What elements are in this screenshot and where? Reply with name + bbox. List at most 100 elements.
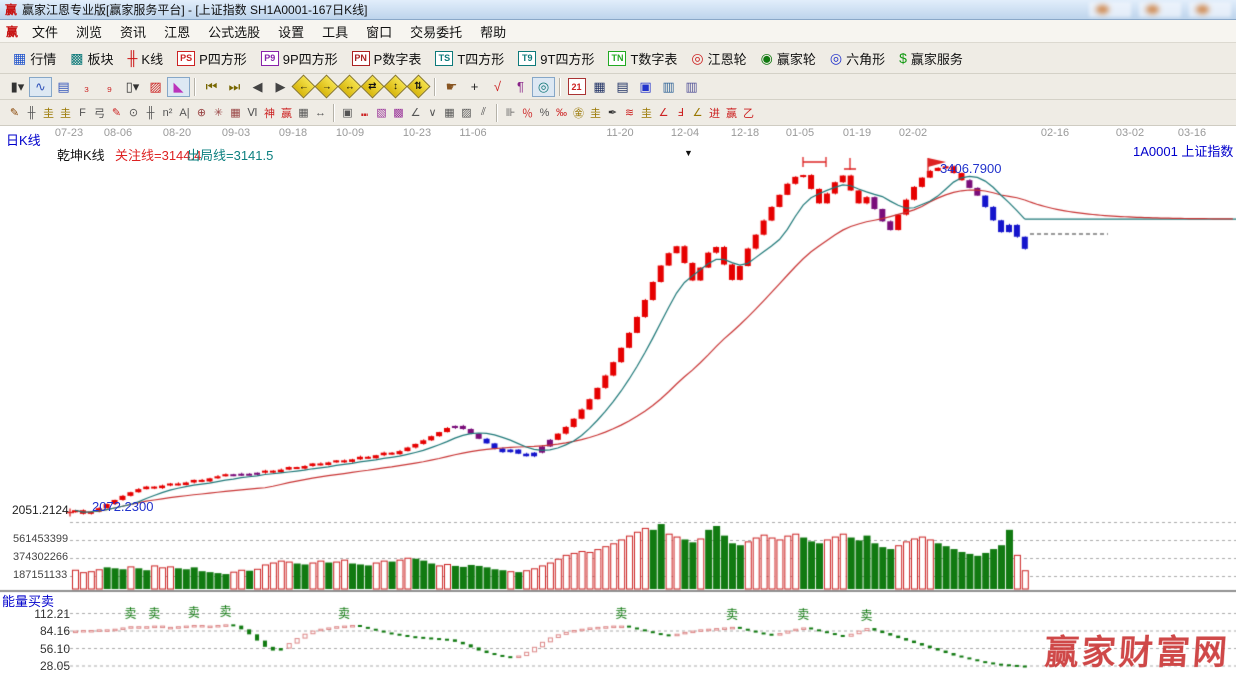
menu-item-文件[interactable]: 文件 bbox=[23, 20, 67, 43]
grid-a-icon[interactable]: ▦ bbox=[441, 103, 458, 123]
analysis-icon[interactable]: ◎ bbox=[532, 77, 555, 97]
f-lines-icon[interactable]: F bbox=[74, 103, 91, 123]
box-tool-icon[interactable]: ▣ bbox=[339, 103, 356, 123]
dropdown-marker-icon[interactable]: ▼ bbox=[684, 148, 693, 158]
gold-lines-1-icon[interactable]: 圭 bbox=[40, 103, 57, 123]
first-bar-icon[interactable]: ⏮ bbox=[200, 77, 223, 97]
toolbar-item-p-square[interactable]: PSP四方形 bbox=[170, 46, 254, 70]
menu-item-资讯[interactable]: 资讯 bbox=[111, 20, 155, 43]
star-web-icon[interactable]: ✳ bbox=[210, 103, 227, 123]
calculator-icon[interactable]: ▦ bbox=[588, 77, 611, 97]
permille-icon[interactable]: ‰ bbox=[553, 103, 570, 123]
brush-icon[interactable]: ✎ bbox=[6, 103, 23, 123]
angle-j-icon[interactable]: ∠ bbox=[655, 103, 672, 123]
hexagon-icon: ◎ bbox=[830, 51, 842, 65]
zigzag-icon[interactable]: 乙 bbox=[740, 103, 757, 123]
parallel-icon[interactable]: ⫽ bbox=[475, 103, 492, 123]
percent-red-icon[interactable]: ％ bbox=[519, 103, 536, 123]
menu-item-工具[interactable]: 工具 bbox=[313, 20, 357, 43]
shen-tool-icon[interactable]: 神 bbox=[261, 103, 278, 123]
measure-icon[interactable]: ⊪ bbox=[502, 103, 519, 123]
color-chart-icon[interactable]: ◣ bbox=[167, 77, 190, 97]
toolbar-item-sector-blocks[interactable]: ▩板块 bbox=[63, 46, 120, 70]
toolbar-item-t-number-table[interactable]: TNT数字表 bbox=[601, 46, 684, 70]
bars-3-icon[interactable]: ₃ bbox=[75, 77, 98, 97]
gold-level-icon[interactable]: 圭 bbox=[587, 103, 604, 123]
menu-item-帮助[interactable]: 帮助 bbox=[471, 20, 515, 43]
advance-icon[interactable]: 进 bbox=[706, 103, 723, 123]
candle-style-icon[interactable]: ▯▾ bbox=[121, 77, 144, 97]
prev-bar-icon[interactable]: ◀ bbox=[246, 77, 269, 97]
toolbar-item-gann-wheel[interactable]: ◎江恩轮 bbox=[684, 46, 753, 70]
notepad-icon[interactable]: ▤ bbox=[611, 77, 634, 97]
gold-lines-2-icon[interactable]: 圭 bbox=[57, 103, 74, 123]
hand-icon[interactable]: ☛ bbox=[440, 77, 463, 97]
compass-icon[interactable]: ⊕ bbox=[193, 103, 210, 123]
toolbar-item-label: P数字表 bbox=[374, 49, 422, 68]
toolbar-item-market-quotes[interactable]: ▦行情 bbox=[6, 46, 63, 70]
shift-left-icon[interactable]: ← bbox=[292, 77, 315, 97]
network-icon[interactable]: ▥ bbox=[657, 77, 680, 97]
info-note-icon[interactable]: ▤ bbox=[52, 77, 75, 97]
hash-lines-icon[interactable]: ╫ bbox=[142, 103, 159, 123]
table-grid-icon[interactable]: ▦ bbox=[295, 103, 312, 123]
toolbar-item-9t-square[interactable]: T99T四方形 bbox=[511, 46, 601, 70]
clock-cycle-icon[interactable]: ⊙ bbox=[125, 103, 142, 123]
gann-box-icon[interactable]: ▧ bbox=[373, 103, 390, 123]
wave-red-icon[interactable]: ≋ bbox=[621, 103, 638, 123]
menu-item-江恩[interactable]: 江恩 bbox=[155, 20, 199, 43]
save-icon[interactable]: ▣ bbox=[634, 77, 657, 97]
grid-lines-icon[interactable]: ╫ bbox=[23, 103, 40, 123]
menu-item-公式选股[interactable]: 公式选股 bbox=[199, 20, 269, 43]
mirror-tool-icon[interactable]: A| bbox=[176, 103, 193, 123]
expand-icon[interactable]: ⇅ bbox=[407, 77, 430, 97]
gold-circle-icon[interactable]: ㊎ bbox=[570, 103, 587, 123]
menu-item-浏览[interactable]: 浏览 bbox=[67, 20, 111, 43]
percent-icon[interactable]: % bbox=[536, 103, 553, 123]
gold-angle-icon[interactable]: 圭 bbox=[638, 103, 655, 123]
menu-item-设置[interactable]: 设置 bbox=[269, 20, 313, 43]
toolbar-item-t-square[interactable]: TST四方形 bbox=[428, 46, 511, 70]
zoom-horizontal-icon[interactable]: ↔ bbox=[338, 77, 361, 97]
n2-tool-icon[interactable]: n² bbox=[159, 103, 176, 123]
red-brush-icon[interactable]: ✎ bbox=[108, 103, 125, 123]
wave-mark-icon[interactable]: Ⅵ bbox=[244, 103, 261, 123]
toolbar-item-p-number-table[interactable]: PNP数字表 bbox=[345, 46, 429, 70]
menu-item-交易委托[interactable]: 交易委托 bbox=[401, 20, 471, 43]
bars-9-icon[interactable]: ₉ bbox=[98, 77, 121, 97]
toolbar-item-kline[interactable]: ╫K线 bbox=[121, 46, 171, 70]
annotate-icon[interactable]: √ bbox=[486, 77, 509, 97]
arc-tool-icon[interactable]: 弓 bbox=[91, 103, 108, 123]
rays-icon[interactable]: ⑉ bbox=[356, 103, 373, 123]
calendar-icon[interactable]: 21 bbox=[565, 77, 588, 97]
shift-right-icon[interactable]: → bbox=[315, 77, 338, 97]
toolbar-item-hexagon[interactable]: ◎六角形 bbox=[823, 46, 892, 70]
web-grid-icon[interactable]: ▦ bbox=[227, 103, 244, 123]
crosshair-icon[interactable]: + bbox=[463, 77, 486, 97]
compress-icon[interactable]: ⇄ bbox=[361, 77, 384, 97]
ying-tool-icon[interactable]: 赢 bbox=[278, 103, 295, 123]
span-tool-icon[interactable]: ↔ bbox=[312, 103, 329, 123]
grid-b-icon[interactable]: ▨ bbox=[458, 103, 475, 123]
candlestick-chart-canvas[interactable] bbox=[0, 140, 1236, 674]
ying-angle-icon[interactable]: 赢 bbox=[723, 103, 740, 123]
toolbar-item-winner-service[interactable]: $赢家服务 bbox=[892, 46, 970, 70]
toolbar-item-winner-wheel[interactable]: ◉赢家轮 bbox=[754, 46, 823, 70]
period-candle-icon[interactable]: ▮▾ bbox=[6, 77, 29, 97]
menu-item-窗口[interactable]: 窗口 bbox=[357, 20, 401, 43]
angle-f-icon[interactable]: Ⅎ bbox=[672, 103, 689, 123]
stamp-icon[interactable]: ¶ bbox=[509, 77, 532, 97]
zoom-vertical-icon[interactable]: ↕ bbox=[384, 77, 407, 97]
angle-lines-icon[interactable]: ∠ bbox=[407, 103, 424, 123]
toolbar-item-label: T数字表 bbox=[630, 49, 677, 68]
v-lines-icon[interactable]: ∨ bbox=[424, 103, 441, 123]
pen-icon[interactable]: ✒ bbox=[604, 103, 621, 123]
stock-pick-icon[interactable]: ▨ bbox=[144, 77, 167, 97]
remote-pc-icon[interactable]: ▥ bbox=[680, 77, 703, 97]
angle-gold-icon[interactable]: ∠ bbox=[689, 103, 706, 123]
gann-grid-icon[interactable]: ▩ bbox=[390, 103, 407, 123]
toolbar-item-9p-square[interactable]: P99P四方形 bbox=[254, 46, 345, 70]
last-bar-icon[interactable]: ⏭ bbox=[223, 77, 246, 97]
pattern-window-icon[interactable]: ∿ bbox=[29, 77, 52, 97]
next-bar-icon[interactable]: ▶ bbox=[269, 77, 292, 97]
